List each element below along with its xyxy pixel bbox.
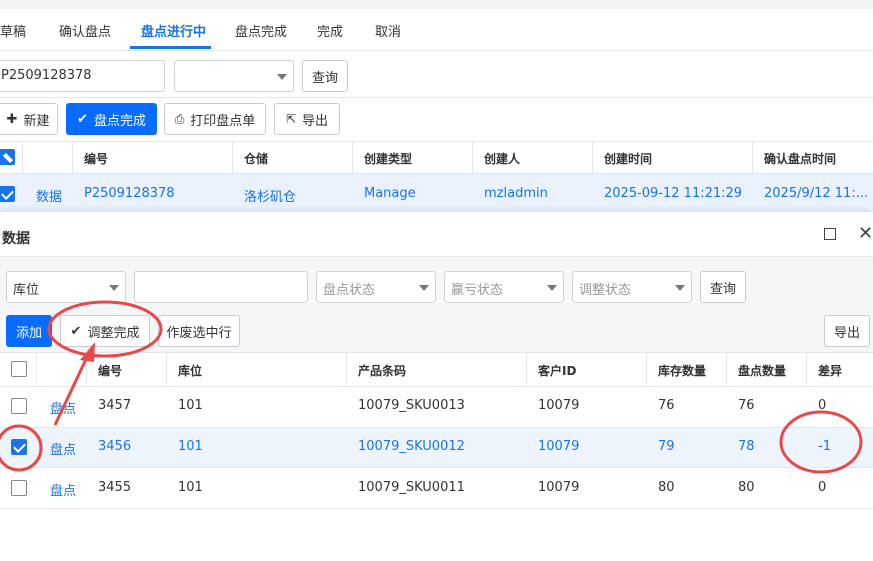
- annotation-overlay: [0, 300, 863, 474]
- annotation-arrow-head: [80, 342, 95, 362]
- annotation-circle-checkbox: [0, 424, 43, 472]
- annotation-arrow-line: [53, 354, 90, 426]
- annotation-ellipse-adjust-button: [47, 300, 163, 358]
- annotation-ellipse-diff: [779, 410, 863, 474]
